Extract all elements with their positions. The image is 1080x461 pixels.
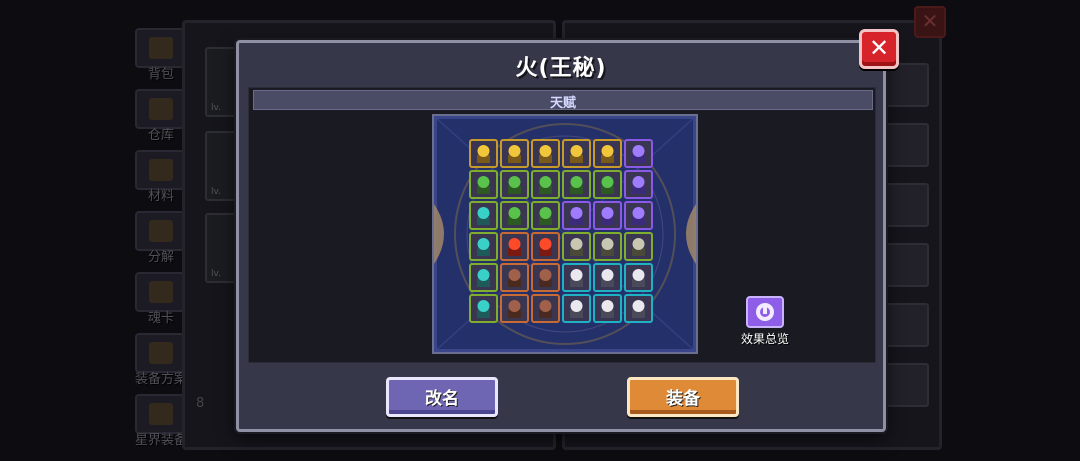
cyan-crystal-icon <box>477 238 490 250</box>
card-level-label: lv. <box>211 187 221 197</box>
brown-imp-icon <box>508 300 521 312</box>
section-header: 天赋 <box>253 90 873 111</box>
purple-orb-icon <box>632 145 645 157</box>
white-fang-icon <box>632 269 645 281</box>
talent-board <box>432 114 698 354</box>
gold-helmet-icon <box>508 145 521 157</box>
purple-orb-icon <box>601 207 614 219</box>
bone-skull-icon <box>570 238 583 250</box>
equipment-slot <box>885 123 929 167</box>
equip-button-label: 装备 <box>666 389 700 409</box>
materials-icon <box>135 150 185 190</box>
section-label-talent: 天赋 <box>549 96 576 111</box>
cyan-crystal-icon <box>477 300 490 312</box>
modal-title: 火(王秘) <box>515 56 607 81</box>
cyan-crystal-icon <box>477 269 490 281</box>
white-fang-icon <box>570 300 583 312</box>
red-flame-icon <box>539 238 552 250</box>
rename-button[interactable]: 改名 <box>386 377 498 417</box>
gold-helmet-icon <box>539 145 552 157</box>
warehouse-icon <box>135 89 185 129</box>
brown-imp-icon <box>508 269 521 281</box>
green-leaf-icon <box>508 207 521 219</box>
white-fang-icon <box>570 269 583 281</box>
talent-board-canvas <box>434 116 696 352</box>
disassemble-icon <box>135 211 185 251</box>
green-leaf-icon <box>601 176 614 188</box>
brown-imp-icon <box>539 300 552 312</box>
equipment-slot <box>885 243 929 287</box>
card-level-label: lv. <box>211 103 221 113</box>
equipment-slot <box>885 63 929 107</box>
equipment-slot <box>885 363 929 407</box>
green-leaf-icon <box>539 176 552 188</box>
white-fang-icon <box>632 300 645 312</box>
red-flame-icon <box>508 238 521 250</box>
equip-button[interactable]: 装备 <box>627 377 739 417</box>
background-stat-value: 8 <box>196 396 205 411</box>
talent-content-area: 天赋 效果总览 <box>248 87 876 363</box>
effect-overview-label: 效果总览 <box>740 332 789 346</box>
green-leaf-icon <box>539 207 552 219</box>
backpack-icon <box>135 28 185 68</box>
green-leaf-icon <box>570 176 583 188</box>
equipment-slot <box>885 183 929 227</box>
astral-equipment-icon <box>135 394 185 434</box>
white-fang-icon <box>601 269 614 281</box>
background-close-button: ✕ <box>914 6 946 38</box>
close-button[interactable]: ✕ <box>859 29 899 69</box>
gold-helmet-icon <box>477 145 490 157</box>
bone-skull-icon <box>632 238 645 250</box>
purple-orb-icon <box>632 207 645 219</box>
talent-build-modal: 火(王秘) ✕ 天赋 效果总览 改名 装备 <box>236 29 899 432</box>
talent-overview-icon <box>746 296 784 328</box>
purple-orb-icon <box>632 176 645 188</box>
green-leaf-icon <box>477 176 490 188</box>
purple-orb-icon <box>570 207 583 219</box>
equipment-plan-icon <box>135 333 185 373</box>
soul-card-icon <box>135 272 185 312</box>
rename-button-label: 改名 <box>425 389 459 409</box>
gold-helmet-icon <box>570 145 583 157</box>
green-leaf-icon <box>508 176 521 188</box>
effect-overview-button[interactable]: 效果总览 <box>733 296 797 348</box>
close-icon: ✕ <box>868 34 890 62</box>
bone-skull-icon <box>601 238 614 250</box>
white-fang-icon <box>601 300 614 312</box>
brown-imp-icon <box>539 269 552 281</box>
equipment-slot <box>885 303 929 347</box>
card-level-label: lv. <box>211 269 221 279</box>
gold-helmet-icon <box>601 145 614 157</box>
cyan-crystal-icon <box>477 207 490 219</box>
